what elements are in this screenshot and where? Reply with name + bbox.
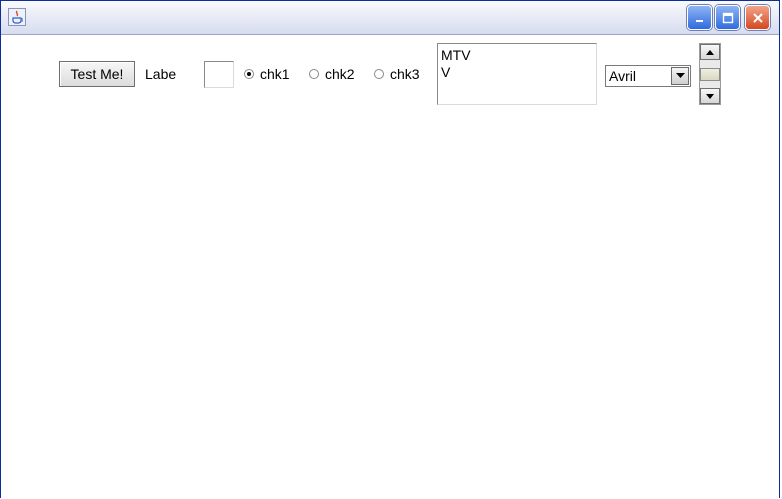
radio-chk1[interactable]: chk1 <box>244 66 290 82</box>
radio-chk2[interactable]: chk2 <box>309 66 355 82</box>
close-icon <box>752 12 763 23</box>
arrow-down-icon <box>706 93 714 99</box>
radio-unchecked-icon <box>374 69 384 79</box>
radio-unchecked-icon <box>309 69 319 79</box>
month-combo-box[interactable]: Avril <box>605 65 691 87</box>
text-area-line: V <box>441 64 451 80</box>
combo-selected-value: Avril <box>609 68 636 84</box>
minimize-button[interactable] <box>687 5 712 30</box>
text-area[interactable]: MTV V <box>437 43 597 105</box>
maximize-icon <box>722 12 733 23</box>
radio-label: chk1 <box>260 66 290 82</box>
scroll-up-button[interactable] <box>700 44 720 60</box>
test-me-button[interactable]: Test Me! <box>59 61 135 87</box>
text-field[interactable] <box>204 61 234 88</box>
close-button[interactable] <box>745 5 770 30</box>
scroll-down-button[interactable] <box>700 88 720 104</box>
scroll-thumb[interactable] <box>700 68 720 81</box>
label: Labe <box>145 66 177 82</box>
chevron-down-icon[interactable] <box>671 67 689 85</box>
title-bar[interactable] <box>1 1 779 35</box>
radio-chk3[interactable]: chk3 <box>374 66 420 82</box>
radio-label: chk2 <box>325 66 355 82</box>
minimize-icon <box>695 19 703 22</box>
text-area-line: MTV <box>441 47 471 63</box>
application-window: Test Me! Labe chk1 chk2 chk3 MTV V Avril <box>0 0 780 499</box>
maximize-button[interactable] <box>715 5 740 30</box>
vertical-scrollbar[interactable] <box>699 43 721 105</box>
java-icon[interactable] <box>8 8 26 26</box>
content-pane: Test Me! Labe chk1 chk2 chk3 MTV V Avril <box>1 35 779 499</box>
arrow-up-icon <box>706 49 714 55</box>
radio-label: chk3 <box>390 66 420 82</box>
radio-checked-icon <box>244 69 254 79</box>
